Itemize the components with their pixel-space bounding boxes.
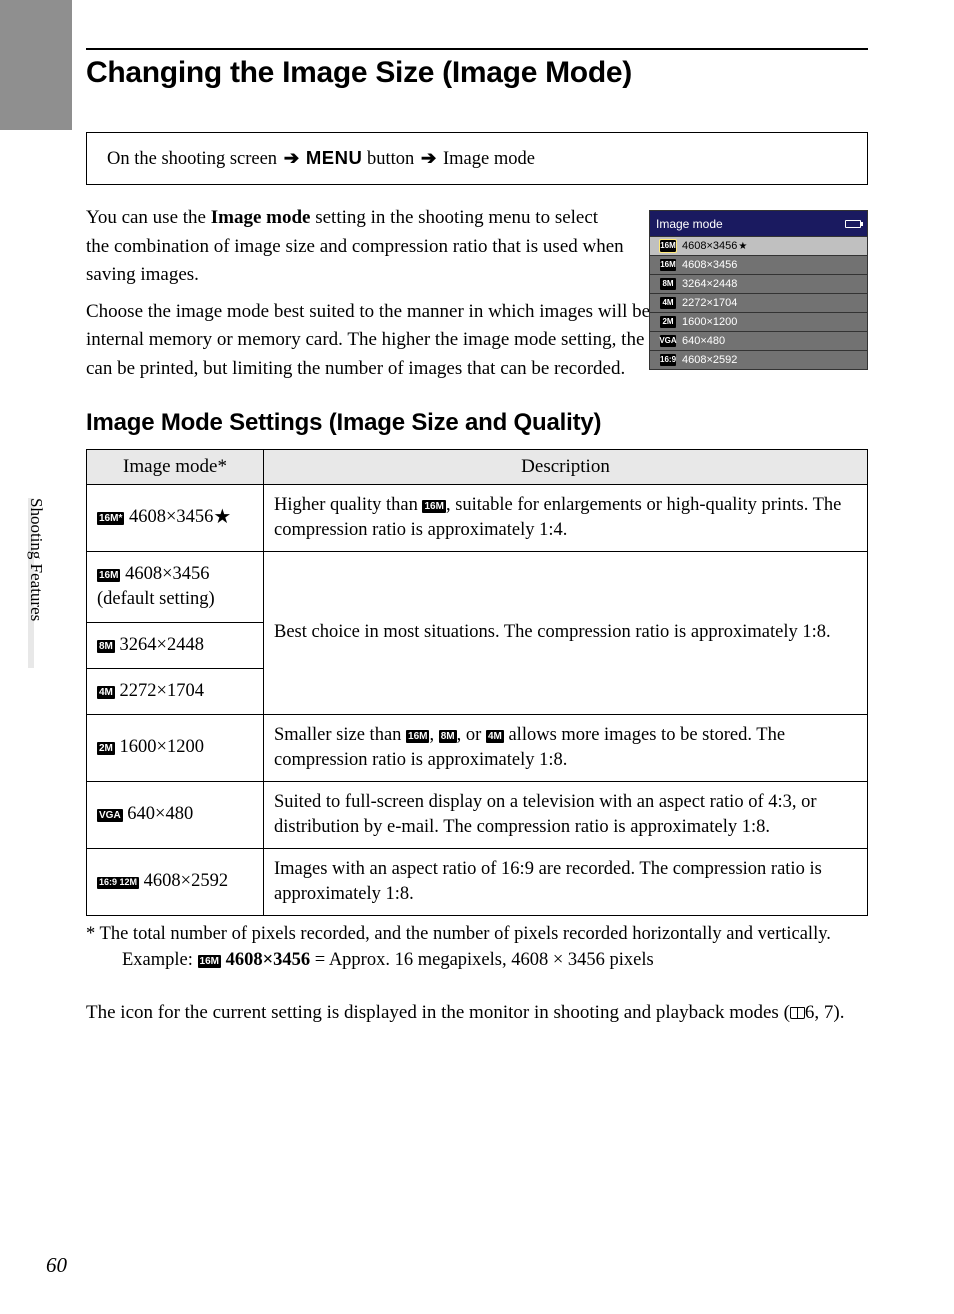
mode-icon: 16:9 12M: [97, 877, 139, 889]
page-title: Changing the Image Size (Image Mode): [86, 56, 868, 90]
mode-icon: 16M: [422, 500, 445, 513]
text-bold: 4608×3456: [226, 950, 311, 970]
screenshot-menu-item: 16:9 4608×2592: [650, 350, 867, 369]
text: You can use the: [86, 207, 211, 228]
mode-resolution: 4608×2592: [682, 352, 737, 369]
mode-resolution: 2272×1704: [682, 295, 737, 312]
mode-icon: 2M: [97, 742, 115, 755]
mode-icon: VGA: [660, 335, 676, 347]
mode-resolution: 4608×3456: [125, 564, 209, 584]
mode-resolution: 4608×3456: [682, 238, 737, 255]
section-tab-label: Shooting Features: [26, 498, 46, 621]
battery-icon: [845, 220, 861, 228]
page-corner-decoration: [0, 0, 72, 130]
mode-resolution: 4608×2592: [144, 871, 228, 891]
camera-menu-screenshot: Image mode 16M 4608×3456★ 16M 4608×3456 8M 32…: [649, 210, 868, 370]
closing-text: The icon for the current setting is disp…: [86, 999, 868, 1028]
footnote: * The total number of pixels recorded, a…: [86, 922, 868, 974]
star-icon: ★: [738, 239, 747, 254]
title-rule: [86, 48, 868, 50]
intro-text: Image mode 16M 4608×3456★ 16M 4608×3456 8M 32…: [86, 204, 868, 383]
table-description: Best choice in most situations. The comp…: [264, 551, 868, 714]
text: The icon for the current setting is disp…: [86, 1002, 790, 1023]
section-heading: Image Mode Settings (Image Size and Qual…: [86, 409, 868, 437]
mode-resolution: 1600×1200: [682, 314, 737, 331]
screenshot-title: Image mode: [656, 215, 723, 233]
breadcrumb-segment: Image mode: [443, 149, 535, 169]
text: Smaller size than: [274, 725, 406, 745]
table-row: 16M* 4608×3456★ Higher quality than 16M,…: [87, 485, 868, 552]
mode-icon: 16M: [660, 259, 676, 271]
breadcrumb: On the shooting screen ➔ MENU button ➔ I…: [86, 132, 868, 185]
manual-reference-icon: [790, 1007, 805, 1019]
mode-icon: 16M: [97, 569, 120, 582]
mode-icon: 8M: [439, 730, 457, 743]
screenshot-header: Image mode: [650, 211, 867, 236]
text: Higher quality than: [274, 495, 422, 515]
mode-resolution: 640×480: [127, 804, 193, 824]
body: Image mode 16M4608×3456★16M4608×34568M32…: [86, 196, 868, 1028]
mode-icon: 16M: [660, 240, 676, 252]
screenshot-menu-item: 16M 4608×3456★: [650, 236, 867, 255]
mode-icon: 16M: [198, 955, 221, 968]
arrow-right-icon: ➔: [421, 148, 437, 170]
mode-resolution: 2272×1704: [120, 681, 204, 701]
table-row: VGA 640×480 Suited to full-screen displa…: [87, 781, 868, 848]
mode-icon: 16M*: [97, 512, 124, 525]
image-mode-table: Image mode* Description 16M* 4608×3456★ …: [86, 449, 868, 916]
breadcrumb-segment: On the shooting screen: [107, 149, 277, 169]
table-header-description: Description: [264, 450, 868, 485]
text: 6, 7).: [805, 1002, 845, 1023]
mode-icon: 16:9: [660, 354, 676, 366]
mode-resolution: 3264×2448: [682, 276, 737, 293]
screenshot-menu-item: 16M 4608×3456: [650, 255, 867, 274]
breadcrumb-segment: button: [367, 149, 414, 169]
page: Changing the Image Size (Image Mode) On …: [0, 0, 954, 1314]
default-setting-label: (default setting): [97, 589, 215, 609]
table-description: Suited to full-screen display on a telev…: [264, 781, 868, 848]
table-row: 16M 4608×3456(default setting) Best choi…: [87, 551, 868, 622]
text: , or: [457, 725, 486, 745]
mode-icon: 16M: [406, 730, 429, 743]
mode-resolution: 4608×3456: [129, 507, 213, 527]
star-icon: ★: [213, 506, 231, 528]
section-tab: Shooting Features: [28, 498, 54, 678]
mode-icon: VGA: [97, 809, 123, 822]
mode-icon: 8M: [97, 640, 115, 653]
page-number: 60: [46, 1253, 67, 1278]
text-bold: Image mode: [211, 207, 311, 228]
mode-resolution: 4608×3456: [682, 257, 737, 274]
table-row: 16:9 12M 4608×2592 Images with an aspect…: [87, 848, 868, 915]
mode-icon: 4M: [97, 686, 115, 699]
arrow-right-icon: ➔: [284, 148, 300, 170]
menu-button-label: MENU: [306, 147, 362, 168]
mode-resolution: 1600×1200: [120, 737, 204, 757]
text: = Approx. 16 megapixels, 4608 × 3456 pix…: [310, 950, 654, 970]
mode-icon: 4M: [486, 730, 504, 743]
mode-icon: 2M: [660, 316, 676, 328]
mode-icon: 4M: [660, 297, 676, 309]
mode-icon: 8M: [660, 278, 676, 290]
table-header-mode: Image mode*: [87, 450, 264, 485]
text: ,: [429, 725, 438, 745]
table-description: Images with an aspect ratio of 16:9 are …: [264, 848, 868, 915]
mode-resolution: 640×480: [682, 333, 725, 350]
screenshot-menu-item: 4M 2272×1704: [650, 293, 867, 312]
screenshot-menu-item: VGA 640×480: [650, 331, 867, 350]
footnote-text: * The total number of pixels recorded, a…: [86, 924, 831, 944]
text: Example:: [122, 950, 198, 970]
screenshot-menu-item: 2M 1600×1200: [650, 312, 867, 331]
table-row: 2M 1600×1200 Smaller size than 16M, 8M, …: [87, 714, 868, 781]
mode-resolution: 3264×2448: [120, 635, 204, 655]
screenshot-menu-item: 8M 3264×2448: [650, 274, 867, 293]
